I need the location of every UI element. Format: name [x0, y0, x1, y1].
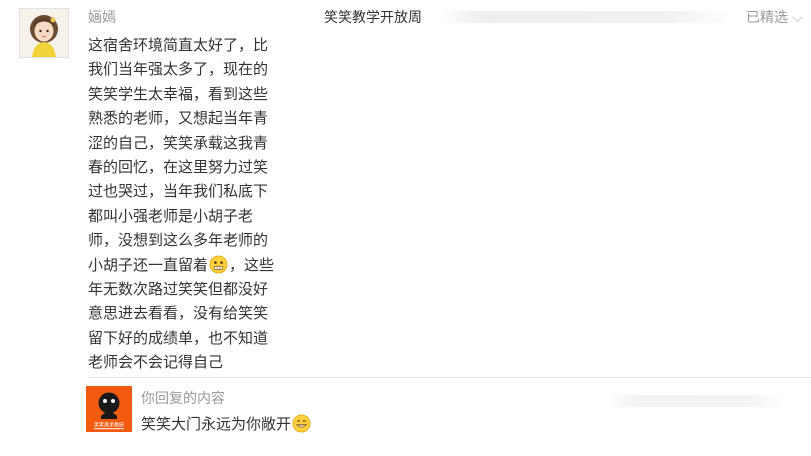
featured-label-text: 已精选: [746, 10, 788, 26]
comment-management-page: 婳嫣 笑笑教学开放周 已精选 ⌵ 这宿舍环境简直太好了，比 我们当年强太多了，现在…: [0, 0, 811, 456]
blurred-region: [440, 11, 730, 23]
blurred-region: [605, 395, 785, 407]
comment-line: 熟悉的老师，又想起当年青: [88, 109, 269, 128]
reply-text: 笑笑大门永远为你敞开: [141, 414, 312, 434]
comment-line: 笑笑学生太幸福，看到这些: [88, 84, 269, 103]
comment-line: 师，没想到这么多年老师的: [88, 231, 269, 250]
chevron-down-icon: ⌵: [792, 10, 803, 26]
grimace-emoji-icon: [209, 255, 228, 274]
comment-line: 意思进去看看，没有给笑笑: [88, 304, 269, 323]
comment-line-text: ，这些: [229, 255, 275, 274]
reply-label: 你回复的内容: [141, 391, 225, 407]
grin-emoji-icon: [292, 414, 311, 433]
comment-line: 留下好的成绩单，也不知道: [88, 328, 269, 347]
comment-line: 老师会不会记得自己: [88, 353, 224, 372]
commenter-avatar[interactable]: [19, 8, 69, 58]
comment-line: 涩的自己，笑笑承载这我青: [88, 133, 269, 152]
comment-line: 都叫小强老师是小胡子老: [88, 206, 254, 225]
reply-divider: [88, 377, 811, 378]
reply-avatar[interactable]: 笑笑美术教研: [86, 386, 132, 432]
comment-body: 这宿舍环境简直太好了，比 我们当年强太多了，现在的 笑笑学生太幸福，看到这些 熟…: [88, 33, 282, 375]
comment-line-with-emoji: 小胡子还一直留着 ，这些: [88, 253, 282, 277]
comment-line: 过也哭过，当年我们私底下: [88, 182, 269, 201]
article-title[interactable]: 笑笑教学开放周: [324, 8, 422, 28]
commenter-name[interactable]: 婳嫣: [88, 8, 116, 28]
comment-line: 我们当年强太多了，现在的: [88, 60, 269, 79]
comment-line: 春的回忆，在这里努力过笑: [88, 158, 269, 177]
reply-text-content: 笑笑大门永远为你敞开: [141, 415, 292, 433]
avatar-caption: 笑笑美术教研: [94, 422, 124, 429]
comment-line: 年无数次路过笑笑但都没好: [88, 280, 269, 299]
comment-line-text: 小胡子还一直留着: [88, 255, 209, 274]
comment-line: 这宿舍环境简直太好了，比: [88, 36, 269, 54]
featured-status[interactable]: 已精选 ⌵: [746, 8, 803, 28]
